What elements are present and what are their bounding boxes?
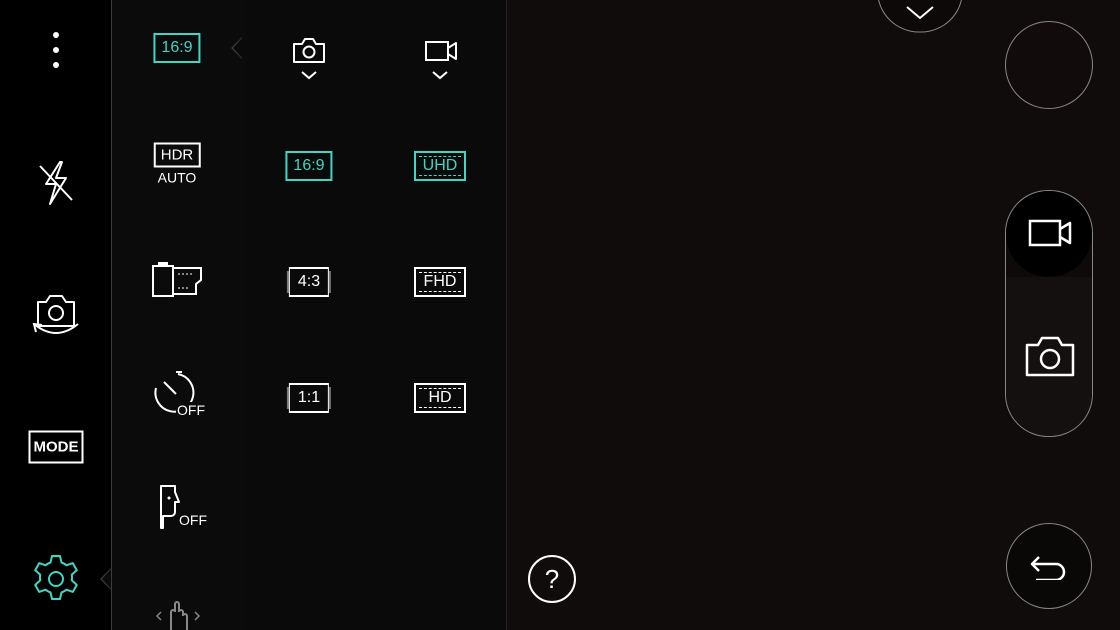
video-icon [425, 41, 457, 61]
chevron-down-icon[interactable] [301, 70, 317, 80]
submenu-pointer-fill [233, 37, 243, 59]
hdr-button[interactable]: HDR AUTO [153, 142, 201, 186]
more-menu-icon[interactable] [46, 30, 66, 72]
gallery-thumbnail[interactable] [1005, 21, 1093, 109]
video-icon [1028, 219, 1072, 247]
photo-option-1-1[interactable]: 1:1 [288, 383, 330, 413]
voice-shutter-button[interactable]: OFF [155, 484, 215, 530]
video-option-uhd[interactable]: UHD [414, 151, 466, 181]
video-option-hd[interactable]: HD [414, 383, 466, 413]
timer-button[interactable]: OFF [150, 368, 210, 420]
photo-option-16-9[interactable]: 16:9 [285, 151, 333, 181]
chevron-down-icon[interactable] [432, 70, 448, 80]
mode-button[interactable]: MODE [28, 430, 84, 464]
help-button[interactable]: ? [528, 555, 576, 603]
hdr-value: AUTO [157, 169, 197, 186]
timer-value: OFF [176, 402, 206, 418]
capture-photo-button[interactable] [1024, 333, 1076, 381]
settings-gear-icon[interactable] [30, 553, 82, 605]
photo-option-4-3[interactable]: 4:3 [288, 267, 330, 297]
flash-off-icon[interactable] [36, 158, 76, 208]
sd-card-icon[interactable] [150, 260, 206, 300]
left-toolbar: MODE [0, 0, 111, 630]
voice-shutter-value: OFF [179, 512, 207, 528]
back-arrow-icon [1030, 556, 1066, 580]
settings-panel [111, 0, 245, 630]
video-size-column [375, 0, 507, 630]
hdr-label: HDR [153, 142, 201, 168]
video-option-fhd[interactable]: FHD [414, 267, 466, 297]
gesture-hand-icon[interactable] [155, 598, 201, 630]
chevron-down-icon [906, 6, 934, 20]
picture-size-button[interactable]: 16:9 [153, 33, 201, 63]
camera-icon [293, 38, 325, 63]
switch-camera-icon[interactable] [30, 288, 82, 340]
photo-size-column [244, 0, 376, 630]
